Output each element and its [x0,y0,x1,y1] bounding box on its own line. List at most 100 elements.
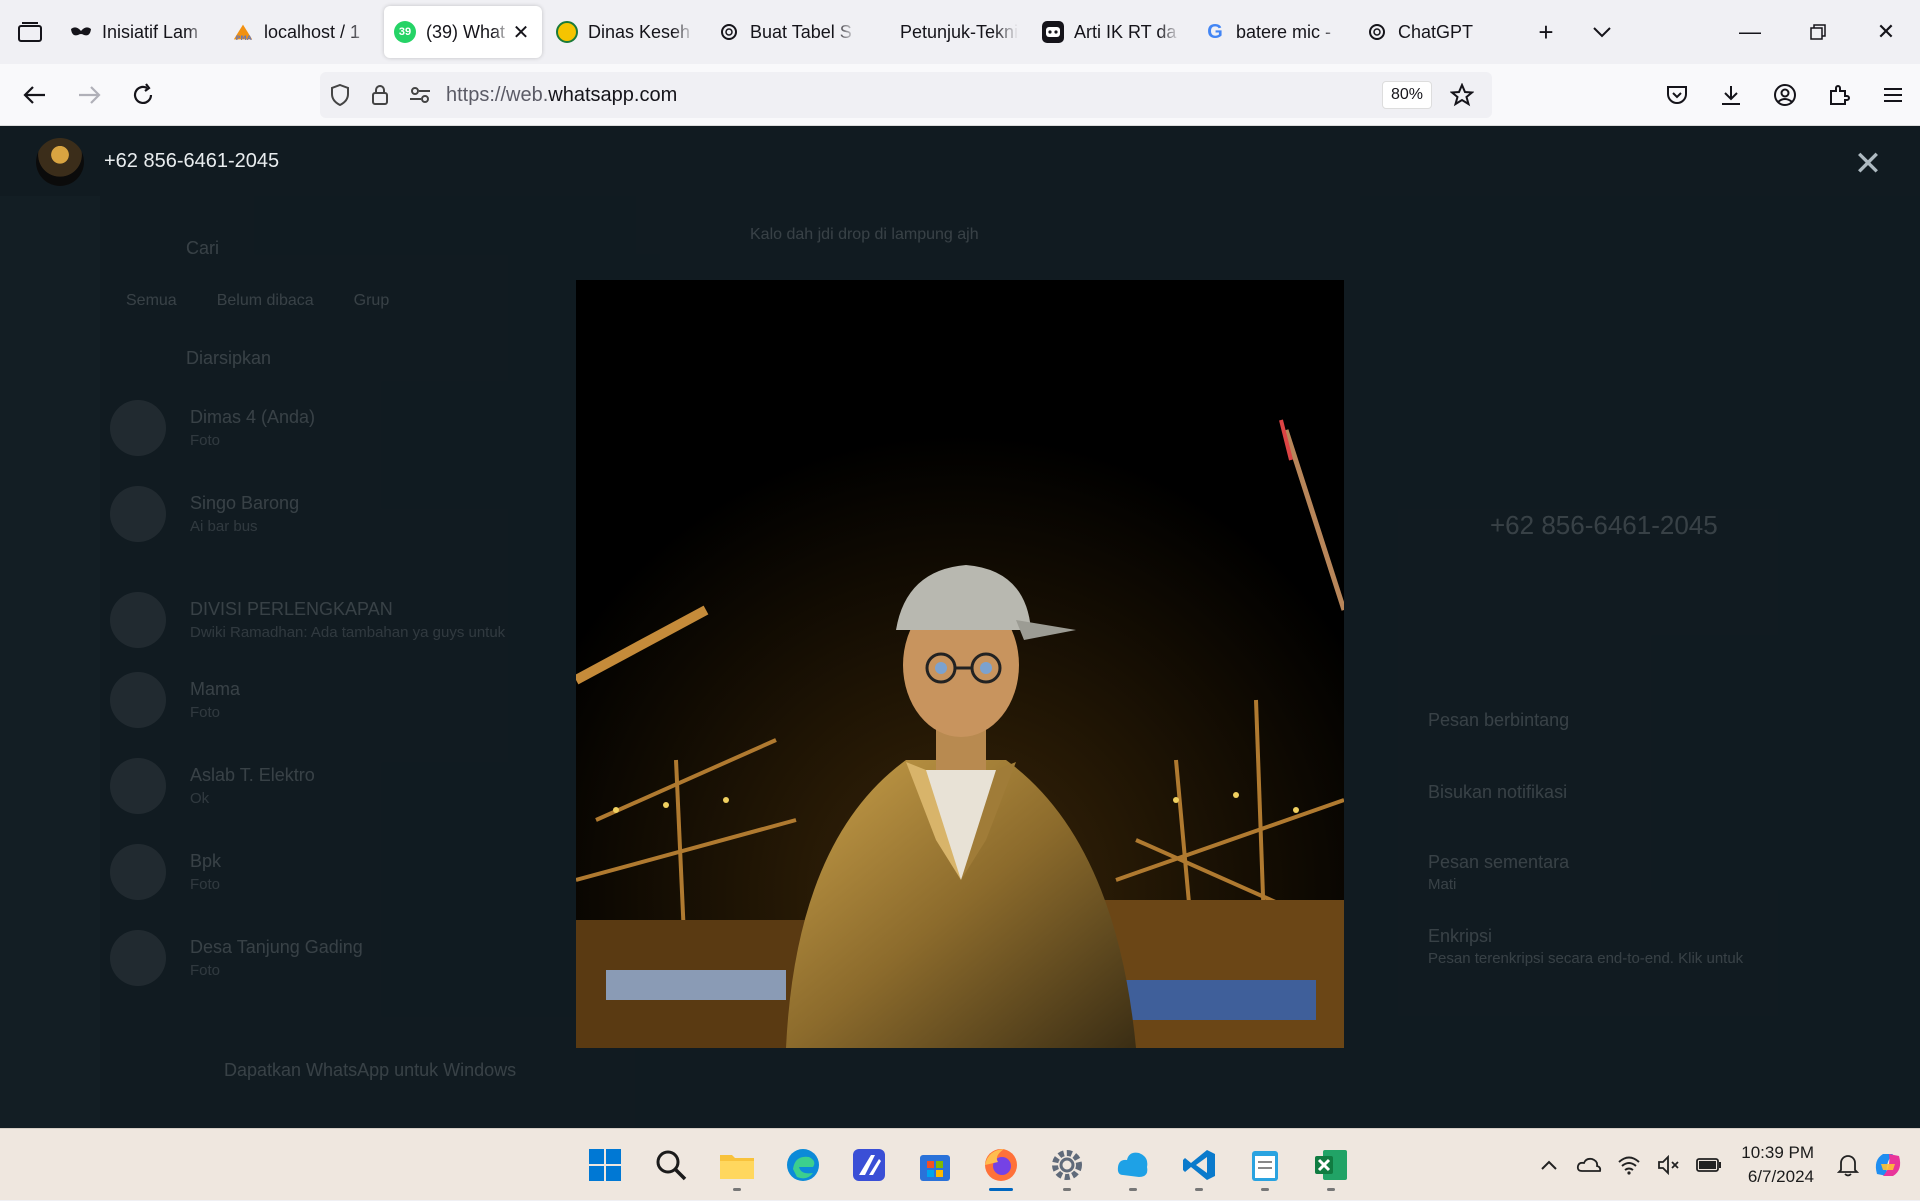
google-icon: G [1207,20,1223,43]
tab-label: batere mic - [1236,21,1332,42]
avatar [110,758,166,814]
edge-icon[interactable] [770,1137,836,1193]
tab-inisiatif[interactable]: Inisiatif Lam [60,6,218,58]
bookmark-star-icon[interactable] [1442,72,1482,118]
app-icon[interactable] [836,1137,902,1193]
chat-name: Dimas 4 (Anda) [190,407,316,427]
onedrive-icon[interactable] [1569,1145,1609,1185]
profile-number: +62 856-6461-2045 [1490,510,1718,540]
windows-start-icon[interactable] [572,1137,638,1193]
profile-photo-image [576,280,1344,1048]
starred-messages: Pesan berbintang [1428,710,1570,730]
disappearing-messages: Pesan sementara [1428,852,1570,872]
url-bar[interactable]: https://web.whatsapp.com 80% [320,72,1492,118]
encryption-description: Pesan terenkripsi secara end-to-end. Kli… [1428,950,1744,967]
clock[interactable]: 10:39 PM 6/7/2024 [1741,1141,1814,1189]
vscode-icon[interactable] [1166,1137,1232,1193]
download-banner: Dapatkan WhatsApp untuk Windows [224,1060,517,1080]
lock-icon[interactable] [360,72,400,118]
close-icon[interactable]: ✕ [1848,144,1888,184]
tab-petunjuk[interactable]: Petunjuk-Teknis [870,6,1028,58]
excel-icon[interactable] [1298,1137,1364,1193]
tab-whatsapp[interactable]: 39 (39) What ✕ [384,6,542,58]
media-viewer-header: +62 856-6461-2045 ✕ [0,126,1920,206]
chat-name: Aslab T. Elektro [190,765,315,785]
speaker-muted-icon[interactable] [1649,1145,1689,1185]
url-text[interactable]: https://web.whatsapp.com [446,84,1382,107]
menu-icon[interactable] [1866,68,1920,122]
chat-row: Bpk Foto [110,842,221,902]
zoom-indicator[interactable]: 80% [1381,81,1432,109]
contact-info-panel [1360,196,1920,1128]
whatsapp-page: Cari Semua Belum dibaca Grup Diarsipkan … [0,126,1920,1128]
chevron-up-icon[interactable] [1529,1145,1569,1185]
filter-unread: Belum dibaca [216,292,314,309]
store-icon[interactable] [902,1137,968,1193]
chat-name: Bpk [190,851,222,871]
chat-name: Singo Barong [190,493,300,513]
minimize-icon[interactable]: — [1716,0,1784,64]
chat-row: Dimas 4 (Anda) Foto [110,398,315,458]
avatar[interactable] [36,138,84,186]
download-icon[interactable] [1704,68,1758,122]
pocket-icon[interactable] [1650,68,1704,122]
cloud-app-icon[interactable] [1100,1137,1166,1193]
chat-row: DIVISI PERLENGKAPAN Dwiki Ramadhan: Ada t… [110,590,505,650]
notification-bell-icon[interactable] [1828,1145,1868,1185]
encryption: Enkripsi [1428,926,1493,946]
close-window-icon[interactable]: ✕ [1852,0,1920,64]
chat-preview: Foto [190,962,221,979]
reload-icon[interactable] [116,68,170,122]
phpmyadmin-icon: PMA [232,21,254,43]
tab-badge: 39 [398,26,412,38]
back-icon[interactable] [8,68,62,122]
search-icon[interactable] [638,1137,704,1193]
extensions-icon[interactable] [1812,68,1866,122]
settings-icon[interactable] [1034,1137,1100,1193]
mute-notifications: Bisukan notifikasi [1428,782,1568,802]
shield-icon[interactable] [320,72,360,118]
tab-chatgpt[interactable]: ChatGPT [1356,6,1514,58]
notepad-icon[interactable] [1232,1137,1298,1193]
tab-label: (39) What [426,21,506,42]
permissions-icon[interactable] [400,72,440,118]
search-input: Cari [186,238,220,258]
tab-localhost[interactable]: PMA localhost / 1 [222,6,380,58]
tab-label: Petunjuk-Teknis [900,21,1018,42]
active-indicator [989,1188,1013,1191]
tab-list-icon[interactable] [0,0,60,64]
contact-name[interactable]: +62 856-6461-2045 [104,150,279,173]
battery-icon[interactable] [1689,1145,1729,1185]
clock-time: 10:39 PM [1741,1143,1814,1162]
close-tab-icon[interactable]: ✕ [510,21,532,44]
forward-icon[interactable] [62,68,116,122]
health-office-icon [556,21,578,43]
tab-batere[interactable]: G batere mic - [1194,6,1352,58]
avatar [110,486,166,542]
file-explorer-icon[interactable] [704,1137,770,1193]
message-bubble: Kalo dah jdi drop di lampung ajh [750,226,979,243]
whatsapp-icon: 39 [394,21,416,43]
disappearing-value: Mati [1428,876,1457,893]
restore-icon[interactable] [1784,0,1852,64]
tab-arti[interactable]: Arti IK RT da [1032,6,1190,58]
svg-text:PMA: PMA [236,34,252,42]
tab-dinas[interactable]: Dinas Keseh [546,6,704,58]
new-tab-icon[interactable]: + [1518,0,1574,64]
tab-bar: Inisiatif Lam PMA localhost / 1 39 (39) … [0,0,1920,64]
tab-buat-tabel[interactable]: Buat Tabel S [708,6,866,58]
filter-all: Semua [126,292,177,309]
running-indicator [1195,1188,1203,1191]
chat-name: Mama [190,679,241,699]
windows-taskbar: 10:39 PM 6/7/2024 [0,1128,1920,1200]
copilot-icon[interactable] [1868,1145,1908,1185]
chevron-down-icon[interactable] [1574,0,1630,64]
wifi-icon[interactable] [1609,1145,1649,1185]
chat-row: Singo Barong Ai bar bus [110,484,299,544]
account-icon[interactable] [1758,68,1812,122]
firefox-icon[interactable] [968,1137,1034,1193]
chat-preview: Foto [190,704,221,721]
avatar [110,672,166,728]
tab-label: Inisiatif Lam [102,21,199,42]
running-indicator [1261,1188,1269,1191]
